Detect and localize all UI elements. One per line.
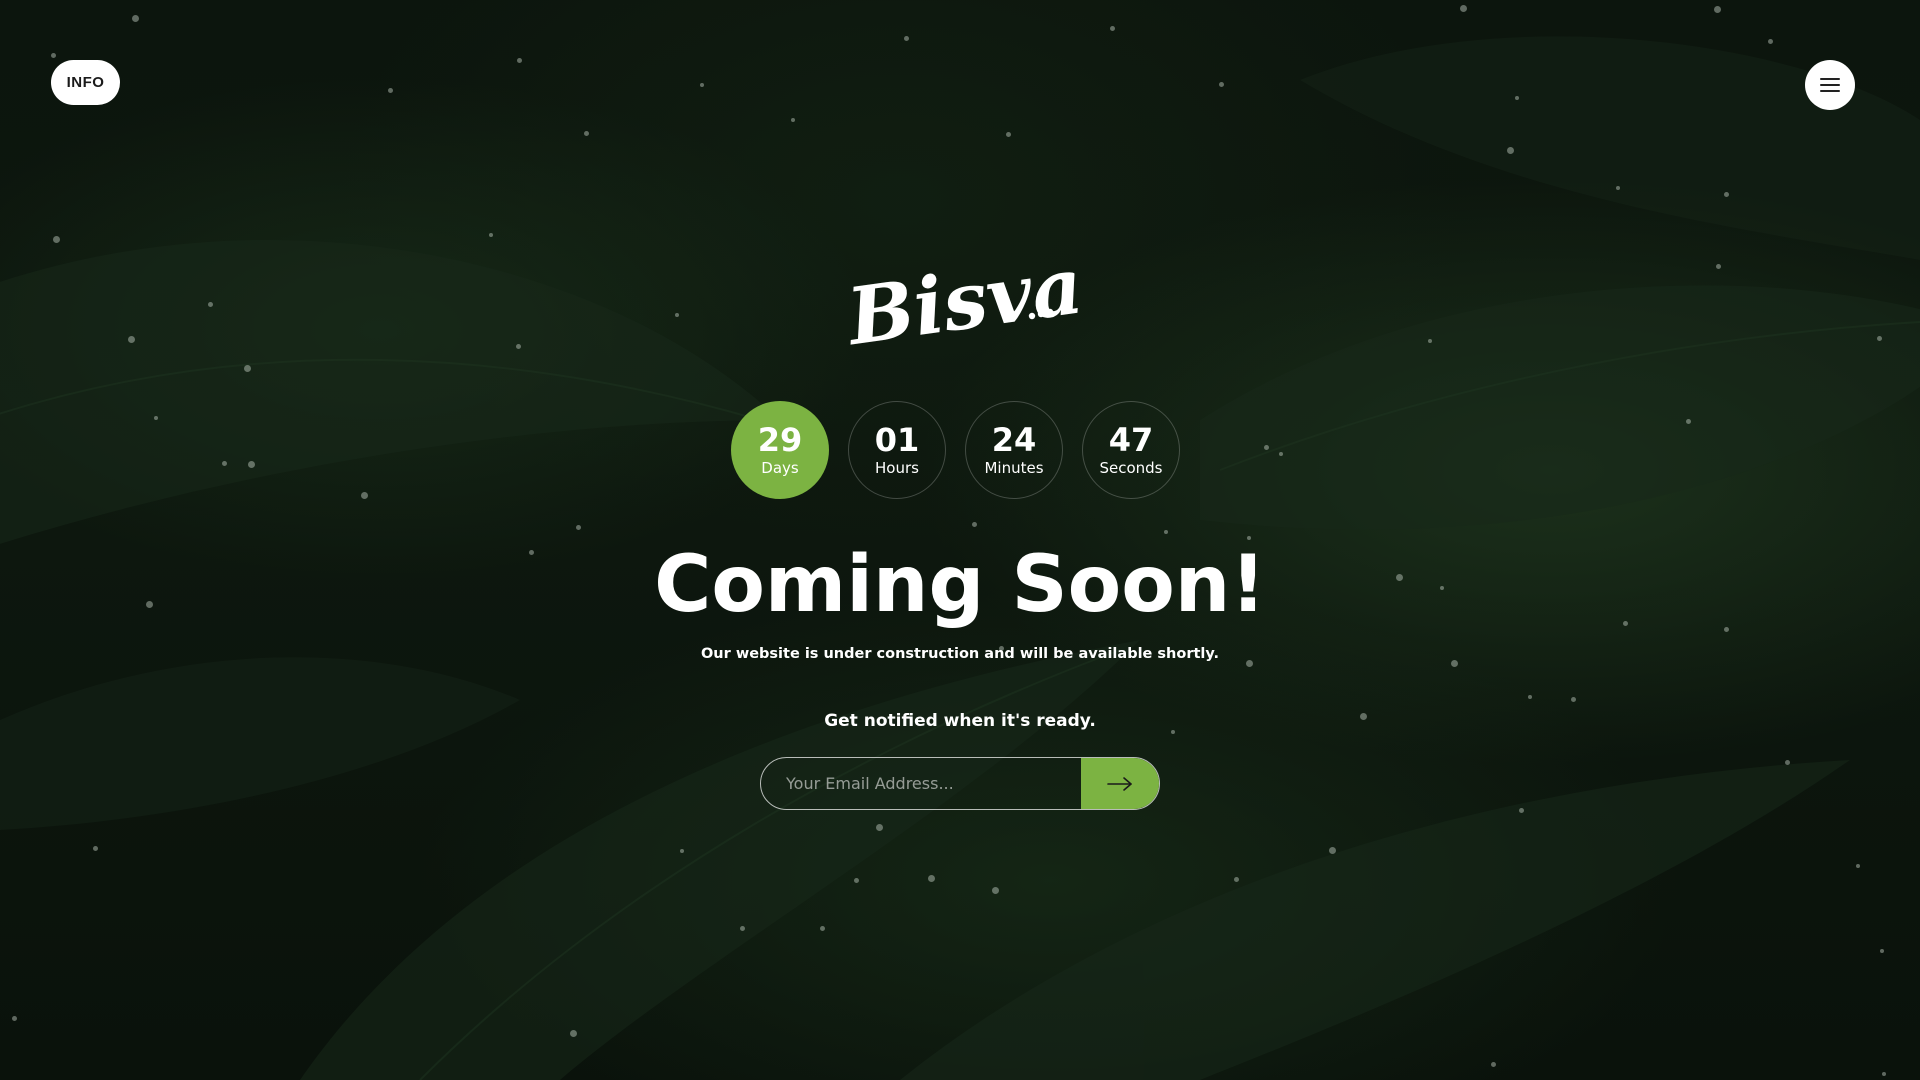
particle-dot <box>517 58 522 63</box>
particle-dot <box>222 461 227 466</box>
particle-dot <box>1785 760 1790 765</box>
particle-dot <box>51 53 56 58</box>
particle-dot <box>1219 82 1224 87</box>
countdown-unit: Minutes <box>984 459 1044 477</box>
particle-dot <box>1519 808 1524 813</box>
particle-dot <box>361 492 368 499</box>
particle-dot <box>1686 419 1691 424</box>
countdown-unit: Hours <box>875 459 919 477</box>
page-subtitle: Our website is under construction and wi… <box>700 646 1220 662</box>
particle-dot <box>1279 452 1283 456</box>
particle-dot <box>820 926 825 931</box>
particle-dot <box>1724 192 1729 197</box>
logo-dot <box>1037 310 1045 318</box>
particle-dot <box>904 36 909 41</box>
particle-dot <box>128 336 135 343</box>
particle-dot <box>244 365 251 372</box>
page-title: Coming Soon! <box>654 540 1266 630</box>
particle-dot <box>154 416 158 420</box>
info-button[interactable]: INFO <box>51 60 120 105</box>
submit-button[interactable] <box>1081 758 1159 809</box>
particle-dot <box>1515 96 1519 100</box>
particle-dot <box>675 313 679 317</box>
particle-dot <box>740 926 745 931</box>
particle-dot <box>516 344 521 349</box>
countdown-hours: 01 Hours <box>848 401 946 499</box>
particle-dot <box>1234 877 1239 882</box>
arrow-right-icon <box>1107 776 1132 791</box>
particle-dot <box>576 525 581 530</box>
logo-text: Bisva <box>840 245 1080 355</box>
particle-dot <box>1856 864 1860 868</box>
countdown-minutes: 24 Minutes <box>965 401 1063 499</box>
particle-dot <box>1877 336 1882 341</box>
countdown-value: 24 <box>991 421 1037 459</box>
logo-dot <box>1046 308 1054 316</box>
countdown-value: 01 <box>874 421 920 459</box>
brand-logo: Bisva <box>840 245 1080 355</box>
particle-dot <box>93 846 98 851</box>
countdown-value: 29 <box>757 421 803 459</box>
particle-dot <box>1882 1072 1886 1076</box>
particle-dot <box>1571 697 1576 702</box>
countdown-unit: Seconds <box>1099 459 1163 477</box>
particle-dot <box>680 849 684 853</box>
logo-dot <box>1028 312 1036 320</box>
particle-dot <box>584 131 589 136</box>
particle-dot <box>1768 39 1773 44</box>
countdown-unit: Days <box>761 459 799 477</box>
particle-dot <box>1616 186 1620 190</box>
countdown-timer: 29 Days 01 Hours 24 Minutes 47 Seconds <box>731 401 1180 499</box>
particle-dot <box>12 1016 17 1021</box>
particle-dot <box>1460 5 1467 12</box>
particle-dot <box>53 236 60 243</box>
particle-dot <box>208 302 213 307</box>
particle-dot <box>1528 695 1532 699</box>
particle-dot <box>1507 147 1514 154</box>
countdown-days: 29 Days <box>731 401 829 499</box>
email-input[interactable] <box>761 758 1081 809</box>
particle-dot <box>1006 132 1011 137</box>
particle-dot <box>992 887 999 894</box>
countdown-value: 47 <box>1108 421 1154 459</box>
menu-button[interactable] <box>1805 60 1855 110</box>
particle-dot <box>388 88 393 93</box>
subscribe-form <box>760 757 1160 810</box>
particle-dot <box>1716 264 1721 269</box>
page-background: INFO Bisva 29 Days 01 Hours 24 Minutes 4… <box>0 0 1920 1080</box>
particle-dot <box>570 1030 577 1037</box>
particle-dot <box>1329 847 1336 854</box>
particle-dot <box>972 522 977 527</box>
particle-dot <box>854 878 859 883</box>
particle-dot <box>489 233 493 237</box>
notify-prompt: Get notified when it's ready. <box>824 711 1096 731</box>
particle-dot <box>700 83 704 87</box>
countdown-seconds: 47 Seconds <box>1082 401 1180 499</box>
particle-dot <box>928 875 935 882</box>
particle-dot <box>1714 6 1721 13</box>
particle-dot <box>1491 1062 1496 1067</box>
particle-dot <box>791 118 795 122</box>
particle-dot <box>1428 339 1432 343</box>
particle-dot <box>132 15 139 22</box>
hamburger-menu-icon <box>1820 78 1840 92</box>
particle-dot <box>1264 445 1269 450</box>
particle-dot <box>1880 949 1884 953</box>
particle-dot <box>1164 530 1168 534</box>
particle-dot <box>876 824 883 831</box>
particle-dot <box>248 461 255 468</box>
particle-dot <box>1110 26 1115 31</box>
